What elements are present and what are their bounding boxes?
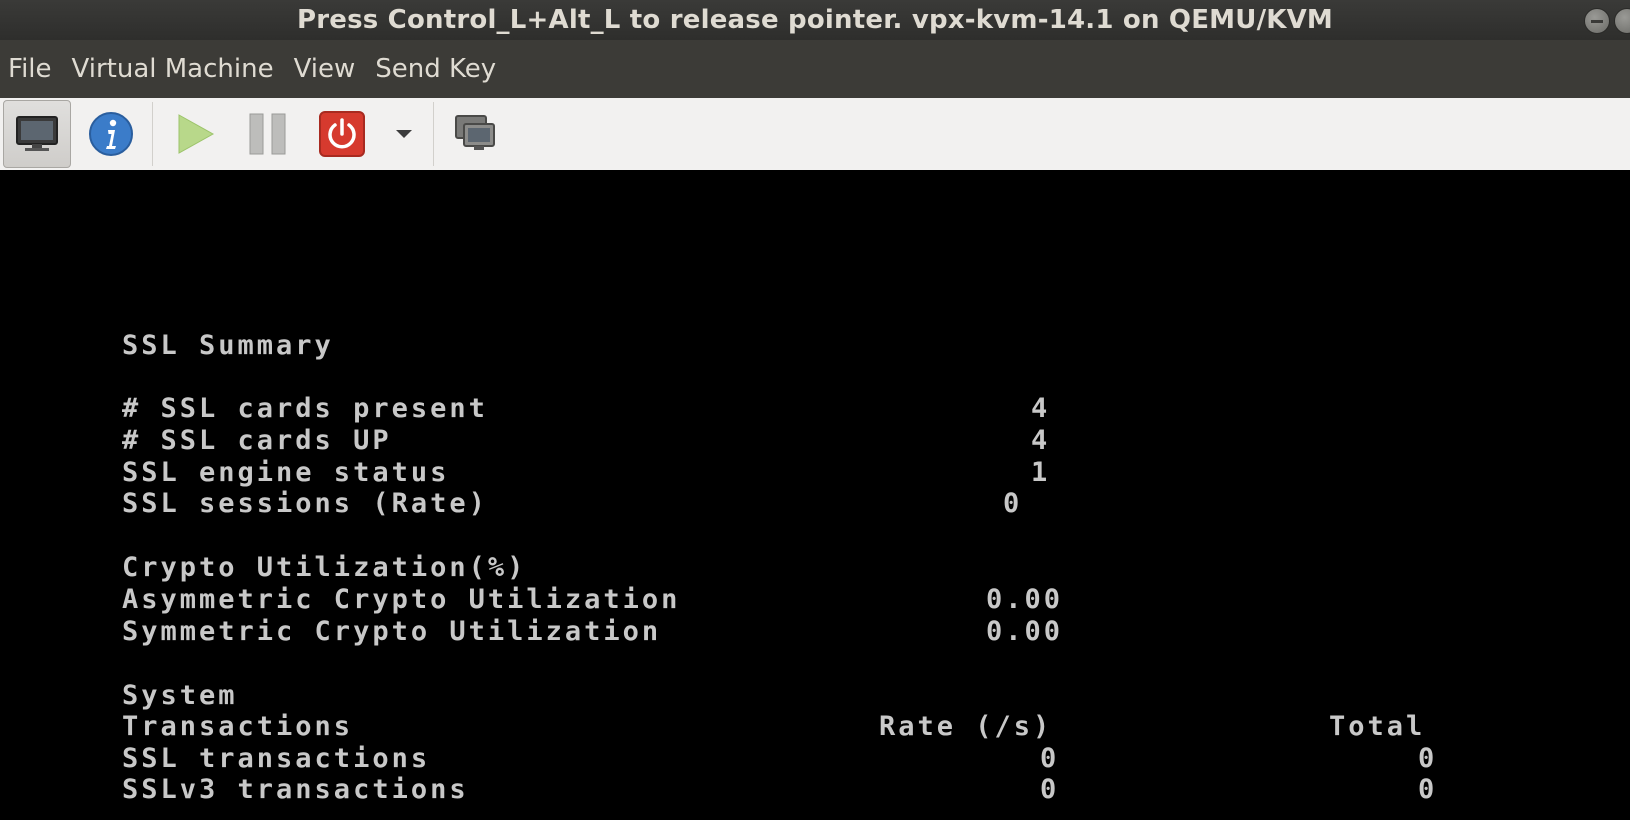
asym-crypto-label: Asymmetric Crypto Utilization <box>122 584 681 615</box>
window-controls <box>1584 8 1630 34</box>
total-header: Total <box>1329 711 1426 742</box>
sym-crypto-label: Symmetric Crypto Utilization <box>122 616 662 647</box>
pause-icon <box>249 113 286 155</box>
run-button[interactable] <box>160 100 228 168</box>
rate-header: Rate (/s) <box>879 711 1053 742</box>
menu-send-key[interactable]: Send Key <box>367 54 508 84</box>
sessions-label: SSL sessions (Rate) <box>122 488 488 519</box>
sym-crypto-value: 0.00 <box>986 616 1064 647</box>
engine-status-value: 1 <box>1031 457 1051 488</box>
maximize-button[interactable] <box>1614 8 1630 34</box>
shutdown-dropdown[interactable] <box>379 100 429 168</box>
fullscreen-button[interactable] <box>441 100 509 168</box>
asym-crypto-value: 0.00 <box>986 584 1064 615</box>
screenshot-icon <box>455 115 495 150</box>
info-icon <box>89 112 133 156</box>
cards-present-label: # SSL cards present <box>122 393 488 424</box>
crypto-title: Crypto Utilization(%) <box>122 552 527 583</box>
play-icon <box>178 114 215 154</box>
engine-status-label: SSL engine status <box>122 457 450 488</box>
menu-view[interactable]: View <box>286 54 368 84</box>
cards-present-value: 4 <box>1031 393 1051 424</box>
toolbar-separator <box>433 102 434 166</box>
chevron-down-icon <box>396 130 412 138</box>
shutdown-button[interactable] <box>308 100 376 168</box>
system-title: System <box>122 680 238 711</box>
sessions-value: 0 <box>1003 488 1023 519</box>
cards-up-value: 4 <box>1031 425 1051 456</box>
table-row-label: SSLv3 transactions <box>122 774 469 805</box>
table-row-rate: 0 <box>1040 743 1060 774</box>
menu-file[interactable]: File <box>0 54 64 84</box>
show-console-button[interactable] <box>3 100 71 168</box>
pause-button[interactable] <box>234 100 302 168</box>
table-row-rate: 0 <box>1040 774 1060 805</box>
toolbar-separator <box>152 102 153 166</box>
details-button[interactable] <box>77 100 145 168</box>
vm-console[interactable]: SSL Summary # SSL cards present 4 # SSL … <box>0 170 1630 820</box>
title-bar: Press Control_L+Alt_L to release pointer… <box>0 0 1630 40</box>
table-row-total: 0 <box>1418 743 1438 774</box>
transactions-label: Transactions <box>122 711 354 742</box>
minimize-button[interactable] <box>1584 8 1610 34</box>
power-icon <box>319 111 365 157</box>
cards-up-label: # SSL cards UP <box>122 425 392 456</box>
monitor-icon <box>16 116 58 151</box>
window-title: Press Control_L+Alt_L to release pointer… <box>296 5 1334 35</box>
menu-bar: File Virtual Machine View Send Key <box>0 40 1630 98</box>
table-row-total: 0 <box>1418 774 1438 805</box>
toolbar <box>0 98 1630 171</box>
ssl-summary-title: SSL Summary <box>122 330 334 361</box>
menu-virtual-machine[interactable]: Virtual Machine <box>64 54 286 84</box>
table-row-label: SSL transactions <box>122 743 431 774</box>
